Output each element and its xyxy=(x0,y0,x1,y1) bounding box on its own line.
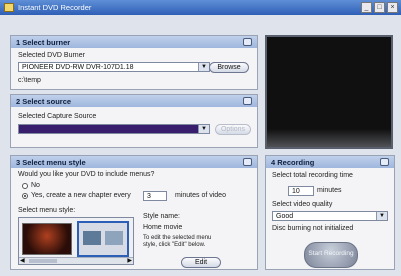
menu-style-list[interactable]: ◀ ▶ xyxy=(18,217,134,265)
menu-panel-title: 3 Select menu style xyxy=(16,158,86,167)
start-recording-button[interactable]: Start Recording xyxy=(304,242,358,268)
temp-path: c:\temp xyxy=(18,77,41,84)
source-label: Selected Capture Source xyxy=(18,113,97,120)
menu-style-thumb-2[interactable] xyxy=(77,221,129,257)
chevron-down-icon[interactable]: ▼ xyxy=(376,212,387,220)
recording-panel-header: 4 Recording xyxy=(266,156,394,168)
time-label: Select total recording time xyxy=(272,172,353,179)
quality-value: Good xyxy=(276,213,294,220)
source-dropdown[interactable]: ▼ xyxy=(18,124,210,134)
menu-style-thumb-1[interactable] xyxy=(22,223,72,255)
recording-panel: 4 Recording Select total recording time … xyxy=(265,155,395,270)
source-panel-title: 2 Select source xyxy=(16,97,72,106)
radio-yes[interactable] xyxy=(22,193,28,199)
edit-hint: To edit the selected menu style, click "… xyxy=(143,235,212,248)
radio-no-label: No xyxy=(31,182,40,189)
app-icon xyxy=(4,3,14,12)
video-preview xyxy=(265,35,393,149)
radio-yes-label: Yes, create a new chapter every xyxy=(31,192,131,199)
start-recording-label: Start Recording xyxy=(308,250,354,257)
scroll-right-icon[interactable]: ▶ xyxy=(127,257,132,264)
menu-question: Would you like your DVD to include menus… xyxy=(18,171,155,178)
style-list-label: Select menu style: xyxy=(18,207,76,214)
record-icon xyxy=(380,158,389,166)
menu-icon xyxy=(243,158,252,166)
edit-button[interactable]: Edit xyxy=(181,257,221,268)
recording-time-value: 10 xyxy=(292,188,300,195)
scroll-left-icon[interactable]: ◀ xyxy=(20,257,25,264)
style-name-label: Style name: xyxy=(143,213,180,220)
burner-value: PIONEER DVD-RW DVR-107D1.18 xyxy=(22,64,134,71)
burner-dropdown[interactable]: PIONEER DVD-RW DVR-107D1.18 ▼ xyxy=(18,62,210,72)
options-button[interactable]: Options xyxy=(215,124,251,135)
minimize-button[interactable]: _ xyxy=(361,2,372,13)
disc-icon xyxy=(243,38,252,46)
menu-panel: 3 Select menu style Would you like your … xyxy=(10,155,258,270)
preview-glare xyxy=(267,129,391,147)
menu-panel-header: 3 Select menu style xyxy=(11,156,257,168)
thumb-pane-left xyxy=(83,231,101,245)
source-panel: 2 Select source Selected Capture Source … xyxy=(10,94,258,148)
maximize-button[interactable]: □ xyxy=(374,2,385,13)
radio-no[interactable] xyxy=(22,183,28,189)
quality-label: Select video quality xyxy=(272,201,333,208)
chapter-minutes-input[interactable]: 3 xyxy=(143,191,167,201)
chevron-down-icon[interactable]: ▼ xyxy=(198,125,209,133)
time-unit: minutes xyxy=(317,187,342,194)
chevron-down-icon[interactable]: ▼ xyxy=(198,63,209,71)
burner-panel: 1 Select burner Selected DVD Burner PION… xyxy=(10,35,258,90)
quality-dropdown[interactable]: Good ▼ xyxy=(272,211,388,221)
burner-label: Selected DVD Burner xyxy=(18,52,85,59)
window-title: Instant DVD Recorder xyxy=(18,3,92,12)
scroll-thumb[interactable] xyxy=(29,259,57,263)
burner-panel-header: 1 Select burner xyxy=(11,36,257,48)
minutes-suffix: minutes of video xyxy=(175,192,226,199)
browse-button[interactable]: Browse xyxy=(209,62,249,73)
burner-panel-title: 1 Select burner xyxy=(16,38,71,47)
title-bar: Instant DVD Recorder _ □ × xyxy=(0,0,401,15)
recording-panel-title: 4 Recording xyxy=(271,158,315,167)
source-icon xyxy=(243,97,252,105)
recording-time-input[interactable]: 10 xyxy=(288,186,314,196)
close-button[interactable]: × xyxy=(387,2,398,13)
disc-status: Disc burning not initialized xyxy=(272,225,354,232)
thumb-pane-right xyxy=(105,231,123,245)
source-panel-header: 2 Select source xyxy=(11,95,257,107)
style-name-value: Home movie xyxy=(143,224,183,231)
chapter-minutes-value: 3 xyxy=(147,193,151,200)
horizontal-scrollbar[interactable]: ◀ ▶ xyxy=(19,257,133,264)
